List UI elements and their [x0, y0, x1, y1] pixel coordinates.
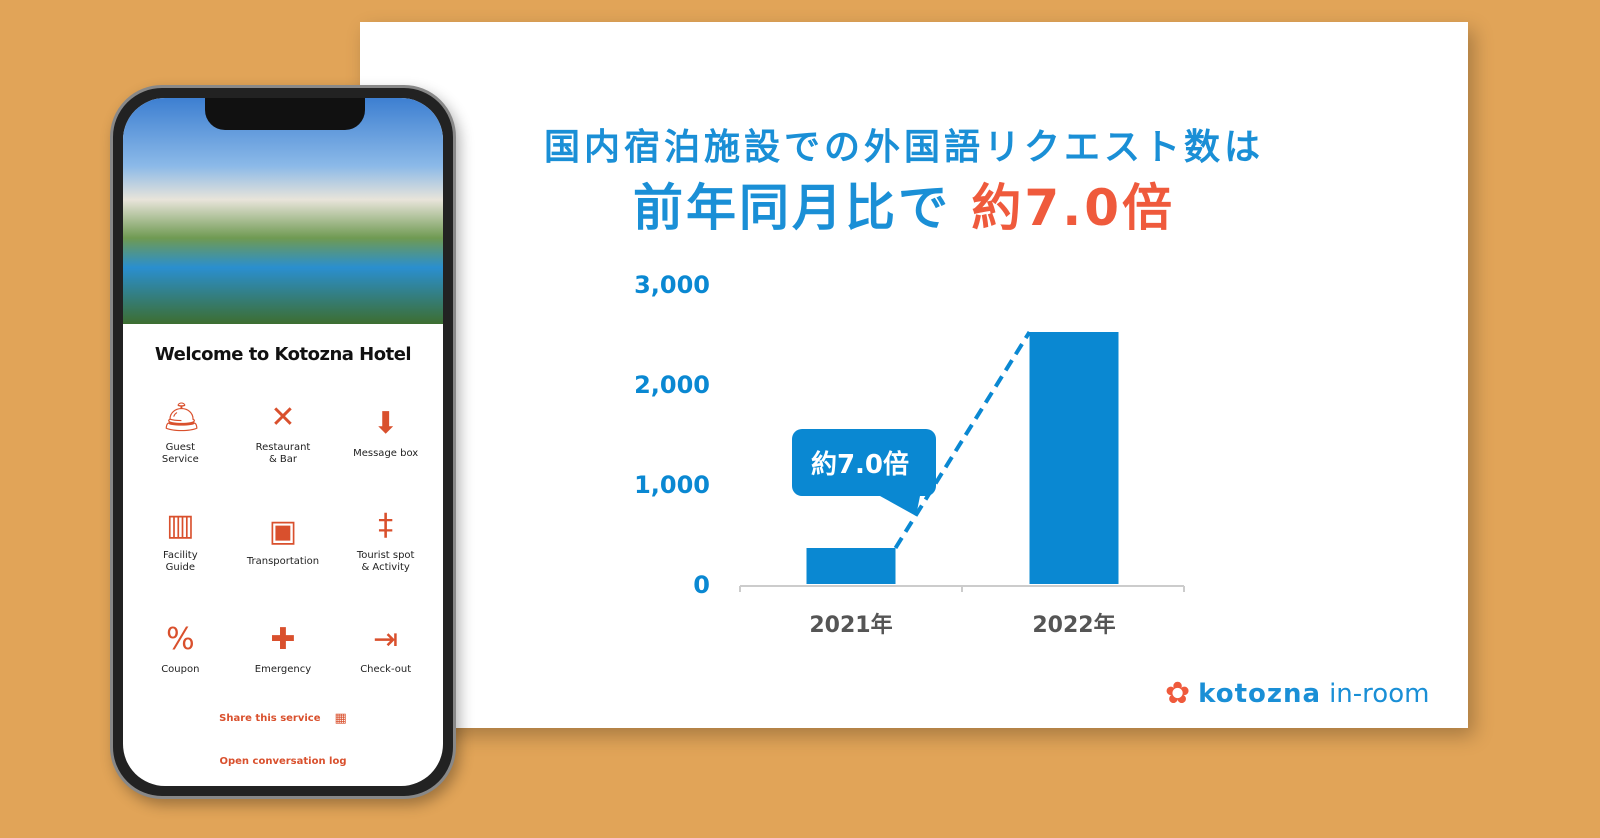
service-item[interactable]: ⇥ Check-out: [334, 595, 437, 703]
fork-knife-icon: ✕: [270, 400, 296, 435]
share-service-button[interactable]: Share this service ▦: [123, 711, 443, 726]
service-item[interactable]: ⬇ Message box: [334, 379, 437, 487]
bar-2022年: [1029, 332, 1119, 584]
phone-notch: [205, 98, 365, 130]
service-label: Restaurant & Bar: [255, 442, 311, 465]
service-label: Tourist spot & Activity: [356, 550, 415, 573]
share-label: Share this service: [219, 713, 321, 724]
x-tick-label: 2022年: [1032, 612, 1115, 638]
y-tick-label: 2,000: [634, 371, 710, 399]
service-item[interactable]: ▥ Facility Guide: [129, 487, 232, 595]
bell-desk-icon: 🛎: [162, 400, 201, 435]
service-item[interactable]: ‡ Tourist spot & Activity: [334, 487, 437, 595]
service-label: Coupon: [161, 664, 200, 675]
y-tick-label: 1,000: [634, 471, 710, 499]
y-tick-label: 3,000: [634, 271, 710, 299]
open-conversation-log-link[interactable]: Open conversation log: [123, 756, 443, 767]
service-label: Check-out: [360, 664, 412, 675]
bar-2021年: [806, 548, 896, 584]
service-item[interactable]: % Coupon: [129, 595, 232, 703]
inbox-icon: ⬇: [373, 406, 399, 441]
service-item[interactable]: ✚ Emergency: [232, 595, 335, 703]
exit-door-icon: ⇥: [373, 622, 399, 657]
phone-screen: Welcome to Kotozna Hotel 🛎 Guest Service ✕…: [123, 98, 443, 786]
annotation-label: 約7.0倍: [811, 449, 909, 480]
welcome-title: Welcome to Kotozna Hotel: [154, 344, 412, 365]
service-label: Transportation: [246, 556, 320, 567]
service-label: Facility Guide: [163, 550, 198, 573]
taxi-icon: ▣: [268, 514, 298, 549]
service-item[interactable]: ▣ Transportation: [232, 487, 335, 595]
service-label: Message box: [353, 448, 419, 459]
coupon-icon: %: [166, 622, 195, 657]
hotel-photo: [123, 98, 443, 324]
siren-icon: ✚: [270, 622, 296, 657]
qr-code-icon: ▦: [334, 711, 347, 726]
service-item[interactable]: 🛎 Guest Service: [129, 379, 232, 487]
signpost-icon: ‡: [378, 508, 394, 543]
service-label: Emergency: [254, 664, 312, 675]
building-info-icon: ▥: [166, 508, 195, 543]
y-tick-label: 0: [693, 571, 710, 599]
x-tick-label: 2021年: [809, 612, 892, 638]
service-item[interactable]: ✕ Restaurant & Bar: [232, 379, 335, 487]
service-grid: 🛎 Guest Service ✕ Restaurant & Bar ⬇ Message …: [123, 379, 443, 703]
service-label: Guest Service: [161, 442, 199, 465]
phone-mockup: Welcome to Kotozna Hotel 🛎 Guest Service ✕…: [110, 85, 456, 799]
